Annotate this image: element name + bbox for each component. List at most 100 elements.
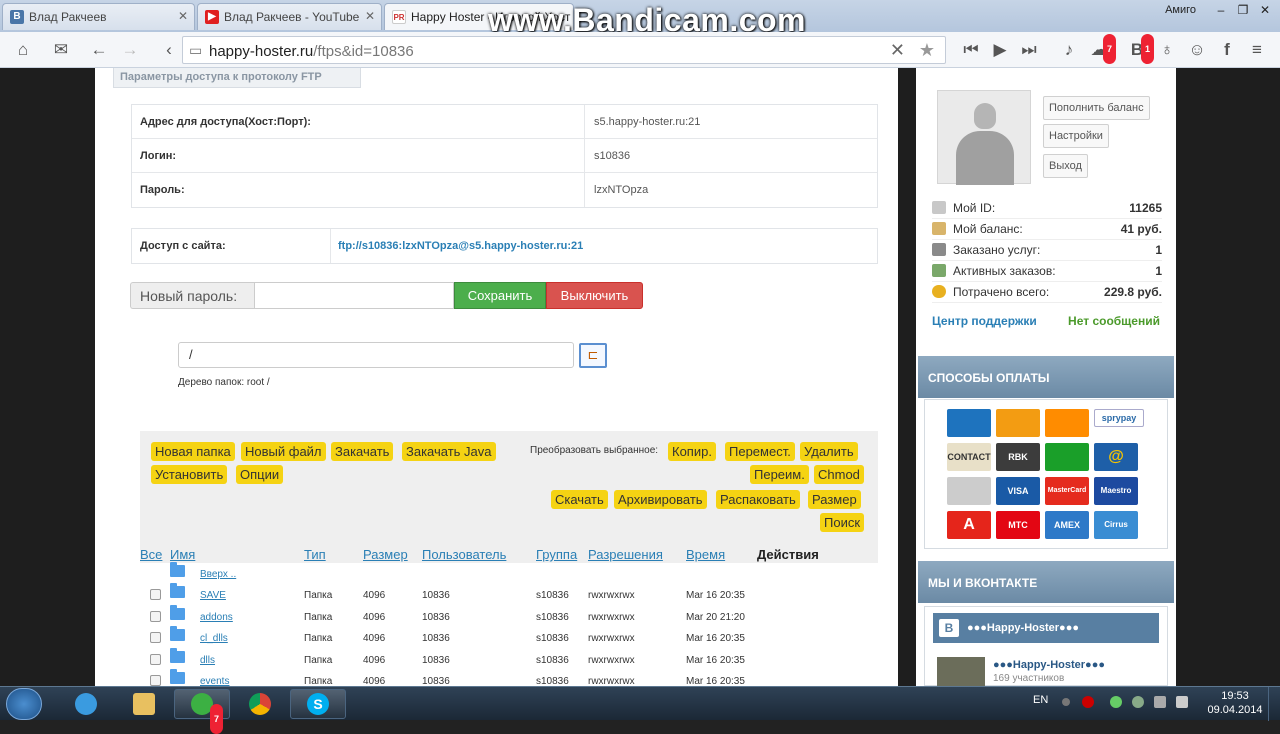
menu-icon[interactable]: ≡ [1242, 36, 1272, 64]
tray-shield-icon[interactable] [1132, 696, 1144, 708]
close-tab-icon[interactable]: ✕ [178, 9, 188, 23]
email-pay-icon[interactable]: @ [1094, 443, 1138, 471]
bookmark-star-icon[interactable]: ★ [919, 40, 935, 61]
search-button[interactable]: Поиск [820, 513, 865, 532]
topup-balance-button[interactable]: Пополнить баланс [1043, 96, 1150, 120]
options-button[interactable]: Опции [236, 465, 284, 484]
download-button[interactable]: Скачать [551, 490, 608, 509]
back-icon[interactable]: ← [84, 36, 114, 64]
start-button[interactable] [6, 688, 42, 720]
language-indicator[interactable]: EN [1033, 694, 1048, 706]
profile-name[interactable]: Амиго [1165, 4, 1196, 16]
path-input[interactable]: / [178, 342, 574, 368]
upload-button[interactable]: Закачать [331, 442, 394, 461]
logout-button[interactable]: Выход [1043, 154, 1088, 178]
maximize-icon[interactable]: ❐ [1232, 3, 1254, 17]
share-icon[interactable]: ‹ [154, 36, 184, 64]
row-checkbox[interactable] [150, 675, 161, 686]
column-name[interactable]: Имя [170, 547, 195, 562]
vk-toolbar-icon[interactable]: В1 [1122, 34, 1154, 64]
column-all[interactable]: Все [140, 547, 162, 562]
play-icon[interactable]: ▶ [985, 36, 1015, 64]
support-link[interactable]: Центр поддержки [932, 314, 1037, 328]
prev-track-icon[interactable]: ⏮ [956, 36, 986, 64]
chrome-icon[interactable] [232, 689, 288, 719]
network-icon[interactable] [1154, 696, 1166, 708]
row-checkbox[interactable] [150, 654, 161, 665]
amigo-taskbar-icon[interactable]: 7 [174, 689, 230, 734]
row-checkbox[interactable] [150, 611, 161, 622]
tray-app-icon[interactable] [1110, 696, 1122, 708]
alfa-bank-icon[interactable]: A [947, 511, 991, 539]
settings-button[interactable]: Настройки [1043, 124, 1109, 148]
delete-button[interactable]: Удалить [800, 442, 858, 461]
up-link[interactable]: Вверх .. [200, 569, 236, 580]
forward-icon[interactable]: → [115, 36, 145, 64]
upload-java-button[interactable]: Закачать Java [402, 442, 496, 461]
odnoklassniki-icon[interactable]: ♁ [1152, 36, 1182, 64]
show-desktop-button[interactable] [1268, 687, 1280, 721]
mail-pay-icon[interactable] [947, 477, 991, 505]
mail-icon[interactable]: ✉ [46, 36, 76, 64]
tab-vk[interactable]: В Влад Ракчеев ✕ [2, 3, 195, 30]
archive-button[interactable]: Архивировать [614, 490, 707, 509]
tab-youtube[interactable]: ▶ Влад Ракчеев - YouTube ✕ [197, 3, 382, 30]
disable-button[interactable]: Выключить [546, 282, 643, 309]
save-button[interactable]: Сохранить [454, 282, 546, 309]
file-name-link[interactable]: dlls [200, 655, 215, 666]
amex-icon[interactable]: AMEX [1045, 511, 1089, 539]
chat-icon[interactable]: ☁ 7 [1084, 34, 1116, 64]
extract-button[interactable]: Распаковать [716, 490, 800, 509]
skype-icon[interactable]: S [290, 689, 346, 719]
messages-link[interactable]: Нет сообщений [1068, 314, 1160, 328]
home-icon[interactable]: ⌂ [8, 36, 38, 64]
file-name-link[interactable]: addons [200, 612, 233, 623]
file-name-link[interactable]: events [200, 676, 229, 686]
chmod-button[interactable]: Chmod [814, 465, 864, 484]
file-name-link[interactable]: cl_dlls [200, 633, 228, 644]
new-password-input[interactable] [254, 282, 454, 309]
vk-group-avatar[interactable] [937, 657, 985, 686]
sberbank-icon[interactable] [1045, 443, 1089, 471]
rbk-icon[interactable]: RBK [996, 443, 1040, 471]
row-checkbox[interactable] [150, 589, 161, 600]
volume-icon[interactable] [1176, 696, 1188, 708]
folder-tree-icon[interactable]: ⊏ [579, 343, 607, 368]
column-permissions[interactable]: Разрешения [588, 547, 663, 562]
vk-widget-header[interactable]: В ●●●Happy-Hoster●●● [933, 613, 1159, 643]
record-icon[interactable] [1082, 696, 1094, 708]
sprypay-icon[interactable]: sprypay [1094, 409, 1144, 427]
tray-arrow-icon[interactable] [1062, 698, 1070, 706]
clock[interactable]: 19:53 09.04.2014 [1206, 689, 1264, 717]
mastercard-icon[interactable]: MasterCard [1045, 477, 1089, 505]
column-type[interactable]: Тип [304, 547, 326, 562]
facebook-icon[interactable]: f [1212, 36, 1242, 64]
column-group[interactable]: Группа [536, 547, 577, 562]
address-bar[interactable]: ▭ happy-hoster.ru/ftps&id=10836 ✕ ★ [182, 36, 946, 64]
close-window-icon[interactable]: ✕ [1254, 3, 1276, 17]
new-file-button[interactable]: Новый файл [241, 442, 326, 461]
qiwi-icon[interactable] [1045, 409, 1089, 437]
webmoney-icon[interactable] [947, 409, 991, 437]
music-icon[interactable]: ♪ [1054, 36, 1084, 64]
cirrus-icon[interactable]: Cirrus [1094, 511, 1138, 539]
size-button[interactable]: Размер [808, 490, 861, 509]
explorer-icon[interactable] [116, 689, 172, 719]
url-text[interactable]: happy-hoster.ru/ftps&id=10836 [209, 43, 414, 60]
new-folder-button[interactable]: Новая папка [151, 442, 235, 461]
contact-icon[interactable]: CONTACT [947, 443, 991, 471]
column-user[interactable]: Пользователь [422, 547, 506, 562]
mts-icon[interactable]: МТС [996, 511, 1040, 539]
install-button[interactable]: Установить [151, 465, 228, 484]
close-tab-icon[interactable]: ✕ [365, 9, 375, 23]
vk-group-name[interactable]: ●●●Happy-Hoster●●● [993, 659, 1105, 671]
clear-url-icon[interactable]: ✕ [890, 40, 905, 61]
copy-button[interactable]: Копир. [668, 442, 716, 461]
site-access-link[interactable]: ftp://s10836:lzxNTOpza@s5.happy-hoster.r… [338, 240, 583, 252]
next-track-icon[interactable]: ⏭ [1014, 36, 1044, 64]
maestro-icon[interactable]: Maestro [1094, 477, 1138, 505]
visa-icon[interactable]: VISA [996, 477, 1040, 505]
minimize-icon[interactable]: – [1210, 3, 1232, 17]
yandex-money-icon[interactable] [996, 409, 1040, 437]
column-size[interactable]: Размер [363, 547, 408, 562]
